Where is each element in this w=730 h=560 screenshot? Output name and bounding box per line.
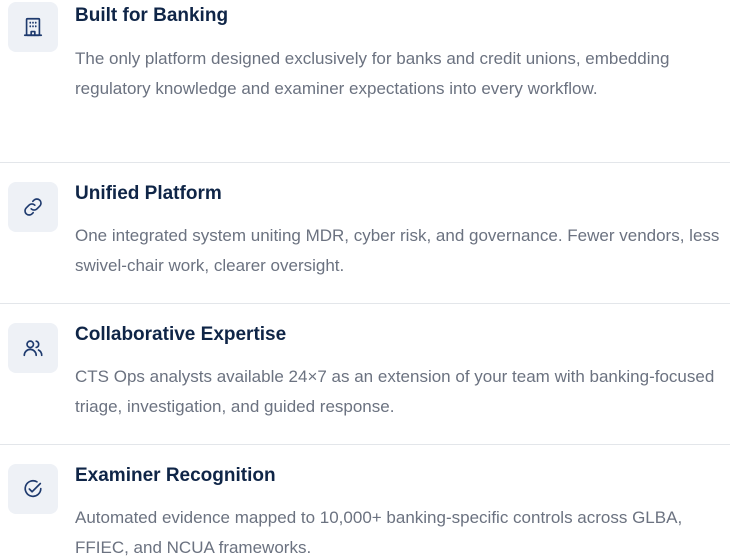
feature-description: One integrated system uniting MDR, cyber… (75, 226, 720, 275)
check-circle-icon (8, 464, 58, 514)
feature-description: Automated evidence mapped to 10,000+ ban… (75, 508, 683, 557)
feature-built-for-banking: Built for Banking The only platform desi… (0, 0, 730, 162)
feature-description: The only platform designed exclusively f… (75, 49, 670, 98)
feature-description: CTS Ops analysts available 24×7 as an ex… (75, 367, 715, 416)
feature-examiner-recognition: Examiner Recognition Automated evidence … (0, 445, 730, 560)
bank-building-icon (8, 2, 58, 52)
link-icon (8, 182, 58, 232)
feature-collaborative-expertise: Collaborative Expertise CTS Ops analysts… (0, 304, 730, 444)
feature-title: Built for Banking (75, 5, 229, 26)
users-icon (8, 323, 58, 373)
feature-title: Examiner Recognition (75, 465, 276, 486)
feature-unified-platform: Unified Platform One integrated system u… (0, 163, 730, 303)
feature-title: Unified Platform (75, 183, 222, 204)
features-list: Built for Banking The only platform desi… (0, 0, 730, 560)
feature-title: Collaborative Expertise (75, 324, 287, 345)
